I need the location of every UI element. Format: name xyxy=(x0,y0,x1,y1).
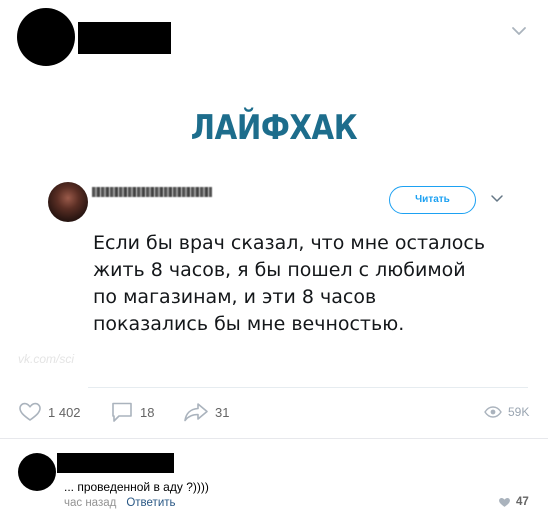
tweet-text-line: жить 8 часов, я бы пошел с любимой xyxy=(93,259,466,281)
tweet-divider xyxy=(88,387,528,388)
comments-divider xyxy=(0,438,548,439)
comment-icon xyxy=(112,402,132,422)
comment-button[interactable]: 18 xyxy=(110,398,154,426)
comment-like-count: 47 xyxy=(516,496,529,508)
commenter-name-redacted[interactable] xyxy=(57,453,174,473)
comment-meta: час назад Ответить xyxy=(64,497,176,509)
watermark: vk.com/sci xyxy=(18,352,75,366)
like-button[interactable]: 1 402 xyxy=(18,398,81,426)
heart-icon xyxy=(19,402,41,421)
tweet-author-avatar xyxy=(48,182,88,222)
tweet-text-line: Если бы врач сказал, что мне осталось xyxy=(93,232,486,254)
tweet-author-name-blurred xyxy=(92,187,212,197)
tweet-text-line: по магазинам, и эти 8 часов xyxy=(93,286,377,308)
eye-icon xyxy=(484,406,502,418)
views-count: 59K xyxy=(508,405,530,419)
share-arrow-icon xyxy=(184,403,208,422)
heart-icon xyxy=(499,497,510,507)
tweet-text-line: показались бы мне вечностью. xyxy=(93,313,405,335)
tweet-text: Если бы врач сказал, что мне осталось жи… xyxy=(93,230,513,338)
reply-button[interactable]: Ответить xyxy=(126,497,175,509)
vk-post: ЛАЙФХАК Читать Если бы врач сказал, что … xyxy=(0,0,548,527)
comment-timestamp[interactable]: час назад xyxy=(64,497,116,509)
share-count: 31 xyxy=(215,404,230,420)
post-actions: 1 402 18 31 59K xyxy=(0,398,548,426)
post-image[interactable]: ЛАЙФХАК Читать Если бы врач сказал, что … xyxy=(0,90,548,388)
like-count: 1 402 xyxy=(48,404,81,420)
comment-count: 18 xyxy=(140,404,155,420)
views-counter: 59K xyxy=(484,398,529,426)
tweet-follow-button: Читать xyxy=(389,186,476,214)
comment-text: ... проведенной в аду ?)))) xyxy=(64,480,209,494)
chevron-down-icon xyxy=(491,195,503,202)
chevron-down-icon[interactable] xyxy=(510,24,528,38)
author-avatar[interactable] xyxy=(17,8,75,66)
comment-like-button[interactable]: 47 xyxy=(498,496,529,508)
author-name-redacted[interactable] xyxy=(78,22,171,54)
image-title: ЛАЙФХАК xyxy=(190,108,358,148)
commenter-avatar[interactable] xyxy=(18,453,56,491)
share-button[interactable]: 31 xyxy=(183,398,229,426)
